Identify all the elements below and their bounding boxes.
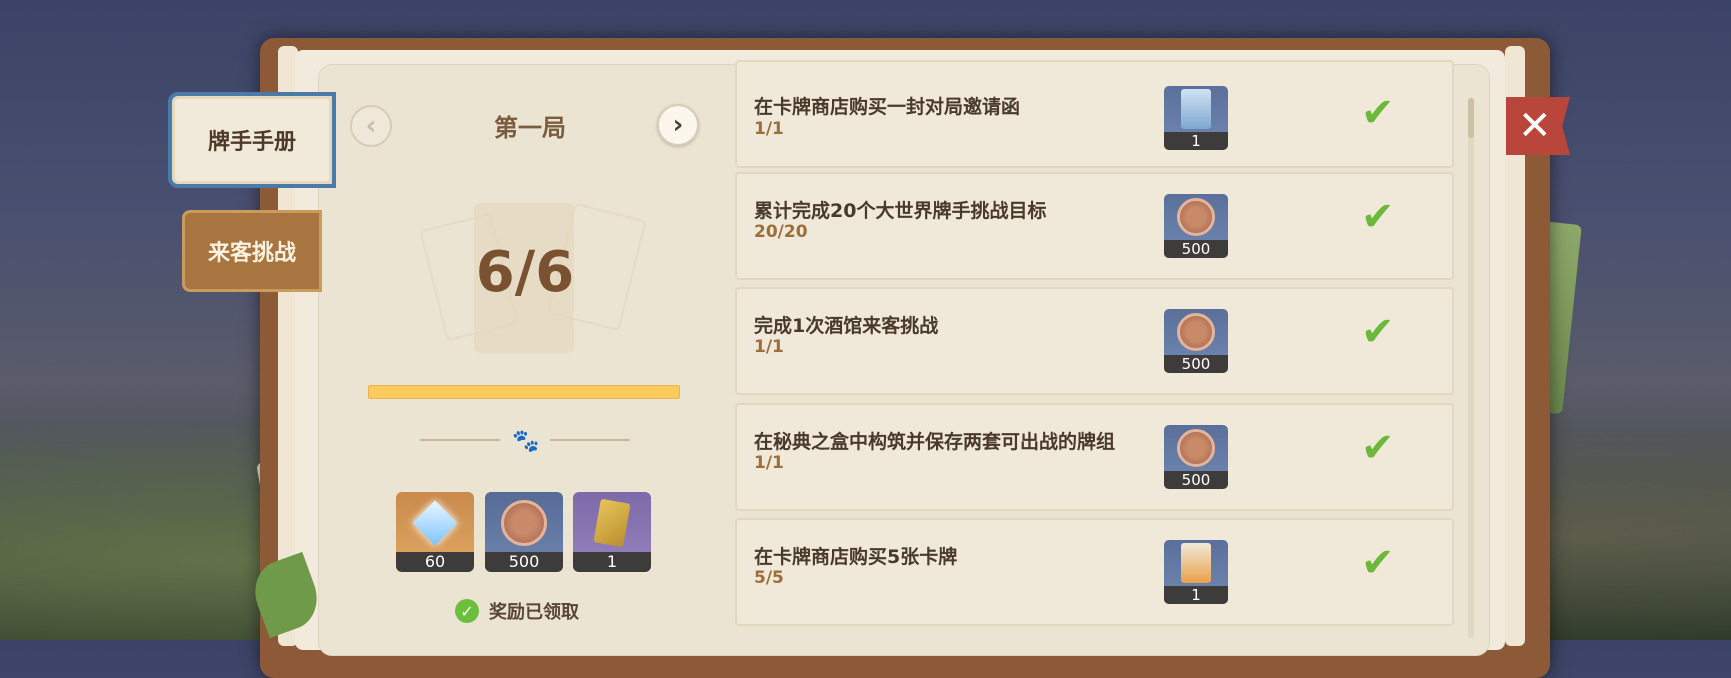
reward-primogem[interactable]: 60 — [396, 492, 474, 572]
task-reward-item[interactable]: 500 — [1164, 425, 1228, 489]
lucky-coin-icon — [1177, 313, 1215, 351]
check-icon: ✔ — [1361, 194, 1395, 240]
task-progress: 20/20 — [754, 222, 808, 242]
task-row: 在秘典之盒中构筑并保存两套可出战的牌组 1/1 500 ✔ — [735, 403, 1454, 511]
reward-amount: 500 — [1164, 240, 1228, 258]
chevron-right-icon: › — [672, 110, 684, 140]
lucky-coin-icon — [501, 500, 547, 546]
check-circle-icon: ✓ — [455, 599, 479, 623]
tab-label: 牌手手册 — [207, 130, 296, 155]
close-button[interactable]: ✕ — [1506, 97, 1570, 155]
lucky-coin-icon — [1177, 429, 1215, 467]
check-icon: ✔ — [1361, 425, 1395, 471]
task-row: 在卡牌商店购买一封对局邀请函 1/1 1 ✔ — [735, 60, 1454, 168]
task-title: 在卡牌商店购买一封对局邀请函 — [754, 96, 1021, 118]
ornament-divider: 🐾 — [420, 425, 630, 455]
task-title: 完成1次酒馆来客挑战 — [754, 315, 939, 337]
task-row: 在卡牌商店购买5张卡牌 5/5 1 ✔ — [735, 518, 1454, 626]
check-icon: ✔ — [1361, 90, 1395, 136]
task-title: 在卡牌商店购买5张卡牌 — [754, 546, 958, 568]
invitation-icon — [1181, 89, 1211, 129]
card-back-icon — [593, 498, 631, 548]
card-pack-icon — [1181, 543, 1211, 583]
check-icon: ✔ — [1361, 540, 1395, 586]
task-reward-item[interactable]: 500 — [1164, 194, 1228, 258]
task-reward-item[interactable]: 1 — [1164, 86, 1228, 150]
check-icon: ✔ — [1361, 309, 1395, 355]
task-row: 完成1次酒馆来客挑战 1/1 500 ✔ — [735, 287, 1454, 395]
reward-amount: 500 — [485, 552, 563, 572]
task-row: 累计完成20个大世界牌手挑战目标 20/20 500 ✔ — [735, 172, 1454, 280]
task-progress: 1/1 — [754, 119, 784, 139]
chevron-left-icon: ‹ — [365, 111, 377, 141]
scrollbar-thumb[interactable] — [1468, 98, 1474, 138]
round-progress-bar — [368, 385, 680, 399]
task-progress: 1/1 — [754, 453, 784, 473]
claimed-label: 奖励已领取 — [489, 602, 579, 623]
reward-amount: 1 — [1164, 586, 1228, 604]
task-reward-item[interactable]: 1 — [1164, 540, 1228, 604]
reward-claimed-status: ✓ 奖励已领取 — [455, 598, 579, 624]
close-icon: ✕ — [1518, 103, 1552, 149]
round-progress-count: 6/6 — [475, 240, 575, 305]
lucky-coin-icon — [1177, 198, 1215, 236]
paw-icon: 🐾 — [512, 429, 540, 454]
tab-guest-challenge[interactable]: 来客挑战 — [182, 210, 322, 292]
task-title: 累计完成20个大世界牌手挑战目标 — [754, 200, 1047, 222]
reward-card-back[interactable]: 1 — [573, 492, 651, 572]
progress-fill — [368, 385, 680, 399]
next-round-button[interactable]: › — [657, 104, 699, 146]
reward-amount: 500 — [1164, 355, 1228, 373]
task-title: 在秘典之盒中构筑并保存两套可出战的牌组 — [754, 431, 1116, 453]
prev-round-button[interactable]: ‹ — [350, 105, 392, 147]
primogem-icon — [412, 500, 458, 546]
reward-amount: 1 — [573, 552, 651, 572]
task-progress: 1/1 — [754, 337, 784, 357]
tab-label: 来客挑战 — [207, 241, 296, 266]
task-list-scrollbar[interactable] — [1468, 98, 1474, 638]
reward-amount: 60 — [396, 552, 474, 572]
reward-amount: 500 — [1164, 471, 1228, 489]
reward-amount: 1 — [1164, 132, 1228, 150]
task-reward-item[interactable]: 500 — [1164, 309, 1228, 373]
round-title: 第一局 — [494, 114, 566, 142]
reward-lucky-coin[interactable]: 500 — [485, 492, 563, 572]
task-progress: 5/5 — [754, 568, 784, 588]
tab-player-handbook[interactable]: 牌手手册 — [168, 92, 336, 188]
